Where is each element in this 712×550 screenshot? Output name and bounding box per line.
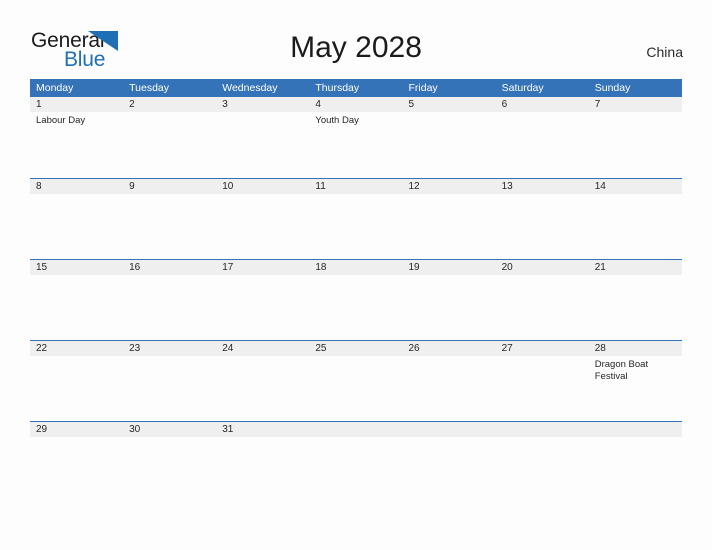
day-event [496,275,589,340]
day-event [216,356,309,421]
day-number[interactable]: 3 [216,97,309,112]
day-number-empty [589,422,682,437]
day-number[interactable]: 26 [403,341,496,356]
week-events-band [30,437,682,502]
day-event [309,356,402,421]
day-number[interactable]: 27 [496,341,589,356]
day-event [123,112,216,177]
weekday-header-tuesday: Tuesday [129,82,170,94]
day-number[interactable]: 20 [496,260,589,275]
day-event [496,112,589,177]
day-event [30,356,123,421]
day-number[interactable]: 11 [309,179,402,194]
day-event: Labour Day [36,115,86,126]
day-number[interactable]: 30 [123,422,216,437]
day-number-empty [309,422,402,437]
week-events-band [30,194,682,259]
day-number[interactable]: 17 [216,260,309,275]
day-event [216,275,309,340]
day-number[interactable]: 25 [309,341,402,356]
day-event [30,194,123,259]
day-event [403,275,496,340]
day-number[interactable]: 15 [30,260,123,275]
week-daynumber-band: 29 30 31 [30,422,682,437]
day-event [403,112,496,177]
page-header: General Blue May 2028 China [0,0,712,79]
day-event [496,194,589,259]
day-number[interactable]: 4 [309,97,402,112]
calendar-week-row: 29 30 31 [30,421,682,502]
weekday-header-saturday: Saturday [501,82,544,94]
week-daynumber-band: 15 16 17 18 19 20 21 [30,260,682,275]
calendar-page: General Blue May 2028 China Monday Tuesd… [0,0,712,550]
day-number[interactable]: 8 [30,179,123,194]
day-number[interactable]: 31 [216,422,309,437]
day-number[interactable]: 12 [403,179,496,194]
day-event [309,194,402,259]
day-number[interactable]: 2 [123,97,216,112]
week-daynumber-band: 8 9 10 11 12 13 14 [30,179,682,194]
calendar-grid: Monday Tuesday Wednesday Thursday Friday… [30,79,682,502]
day-event [403,194,496,259]
day-number[interactable]: 10 [216,179,309,194]
weekday-header-monday: Monday [36,82,74,94]
day-event [403,437,496,502]
week-daynumber-band: 22 23 24 25 26 27 28 [30,341,682,356]
region-label: China [646,44,683,60]
day-event [496,437,589,502]
day-number[interactable]: 18 [309,260,402,275]
day-number[interactable]: 16 [123,260,216,275]
page-title: May 2028 [290,31,422,64]
weekday-header-wednesday: Wednesday [222,82,278,94]
day-event [30,437,123,502]
day-number[interactable]: 19 [403,260,496,275]
day-event [123,194,216,259]
day-number[interactable]: 24 [216,341,309,356]
day-number[interactable]: 5 [403,97,496,112]
weekday-header-friday: Friday [408,82,438,94]
day-event [589,194,682,259]
day-number[interactable]: 28 [589,341,682,356]
day-event [309,437,402,502]
calendar-week-row: 1 2 3 4 5 6 7 Labour Day Youth Day [30,97,682,178]
week-events-band: Labour Day Youth Day [30,112,682,177]
weekday-header-sunday: Sunday [594,82,631,94]
day-number[interactable]: 13 [496,179,589,194]
day-event [216,112,309,177]
day-event [309,275,402,340]
day-event [589,275,682,340]
day-event [589,112,682,177]
calendar-week-row: 22 23 24 25 26 27 28 Dragon Boat Festiva… [30,340,682,421]
day-number[interactable]: 21 [589,260,682,275]
day-number[interactable]: 7 [589,97,682,112]
day-number[interactable]: 14 [589,179,682,194]
day-number[interactable]: 6 [496,97,589,112]
day-event [30,275,123,340]
day-event [216,437,309,502]
weekday-header-row: Monday Tuesday Wednesday Thursday Friday… [30,79,682,97]
day-number[interactable]: 22 [30,341,123,356]
week-events-band: Dragon Boat Festival [30,356,682,421]
day-event [589,437,682,502]
day-event: Youth Day [315,115,359,126]
calendar-week-row: 8 9 10 11 12 13 14 [30,178,682,259]
day-number[interactable]: 29 [30,422,123,437]
day-event [496,356,589,421]
day-number[interactable]: 1 [30,97,123,112]
day-event [123,275,216,340]
day-number-empty [496,422,589,437]
day-number[interactable]: 9 [123,179,216,194]
day-event [403,356,496,421]
calendar-week-row: 15 16 17 18 19 20 21 [30,259,682,340]
day-event [216,194,309,259]
day-event [123,437,216,502]
day-number[interactable]: 23 [123,341,216,356]
day-number-empty [403,422,496,437]
week-daynumber-band: 1 2 3 4 5 6 7 [30,97,682,112]
day-event [123,356,216,421]
week-events-band [30,275,682,340]
weekday-header-thursday: Thursday [315,82,360,94]
day-event: Dragon Boat Festival [594,359,649,382]
